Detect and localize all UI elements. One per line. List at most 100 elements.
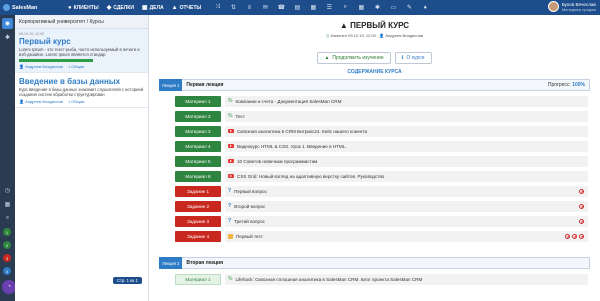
list-icon[interactable]: ≡ [241, 5, 257, 11]
lesson-row[interactable]: Материал 5 10 Советов новичкам программис… [175, 155, 588, 167]
nav-deals[interactable]: ◆ СДЕЛКИ [103, 0, 138, 15]
lesson-badge[interactable]: Задание 4 [175, 230, 221, 242]
lesson-item[interactable]: Видеокурс HTML & CSS. Урок 1. Введение в… [225, 140, 588, 152]
nav-reports-label: ОТЧЕТЫ [179, 4, 202, 11]
nav-tasks[interactable]: ▣ ДЕЛА [138, 0, 168, 15]
clock-icon[interactable]: ◷ [2, 185, 13, 196]
not-completed-icon [572, 233, 577, 239]
lesson-item[interactable]: % Тест [225, 110, 588, 122]
lesson-row[interactable]: Задание 4 Первый тест [175, 230, 588, 242]
lesson-badge[interactable]: Материал 1 [175, 95, 221, 107]
lesson-row[interactable]: Материал 6 CSS Grid: Новый взгляд на адап… [175, 170, 588, 182]
settings-icon[interactable]: ✱ [369, 4, 385, 11]
lecture-header[interactable]: Лекция 1 Первая лекция Прогресс: 100% [159, 79, 590, 91]
course-group[interactable]: ▪ Общая [69, 64, 85, 69]
lesson-row[interactable]: Материал 4 Видеокурс HTML & CSS. Урок 1. … [175, 140, 588, 152]
lesson-row[interactable]: Материал 1 % Компании и счета - Документац… [175, 95, 588, 107]
pin-icon[interactable]: ✎ [401, 4, 417, 11]
lesson-item[interactable]: ? Первый вопрос [225, 185, 588, 197]
lesson-item[interactable]: CSS Grid: Новый взгляд на адаптивную вер… [225, 170, 588, 182]
lesson-badge[interactable]: Материал 3 [175, 125, 221, 137]
lesson-item[interactable]: Сквозная аналитика в CRM Битрикс24. Кейс… [225, 125, 588, 137]
about-course-button[interactable]: ℹ О курсе [394, 52, 432, 64]
lesson-badge[interactable]: Материал 6 [175, 170, 221, 182]
lesson-row[interactable]: Задание 3 ? Третий вопрос [175, 215, 588, 227]
lecture-name: Вторая лекция [186, 260, 224, 266]
lesson-row[interactable]: Задание 2 ? Второй вопрос [175, 200, 588, 212]
rail-badge-1[interactable]: 1 [3, 228, 11, 236]
lesson-item[interactable]: ? Второй вопрос [225, 200, 588, 212]
lesson-title: Видеокурс HTML & CSS. Урок 1. Введение в… [237, 143, 347, 149]
brand-logo[interactable]: SalesMan [0, 4, 64, 11]
lecture-header[interactable]: Лекция 2 Вторая лекция [159, 257, 590, 269]
calendar-icon[interactable]: ▦ [305, 4, 321, 11]
lesson-item[interactable]: ? Третий вопрос [225, 215, 588, 227]
notes-icon[interactable]: ▭ [385, 4, 401, 11]
rail-badge-4[interactable]: 4 [3, 267, 11, 275]
course-card[interactable]: 09.10.19, 12:00 Первый курс Lorem Ipsum … [15, 29, 148, 73]
brand-mark-icon [3, 4, 10, 11]
not-completed-icon [579, 233, 584, 239]
user-role: Менеджер продаж [561, 6, 596, 12]
rail-badge-3[interactable]: 3 [3, 254, 11, 262]
lesson-badge[interactable]: Материал 2 [175, 110, 221, 122]
grid-icon[interactable]: ▦ [353, 4, 369, 11]
lesson-title: CSS Grid: Новый взгляд на адаптивную вер… [237, 173, 385, 179]
not-completed-icon [579, 188, 584, 194]
bell-icon[interactable]: ♦ [417, 5, 433, 11]
video-icon [228, 144, 234, 148]
lesson-item[interactable]: 10 Советов новичкам программистам [225, 155, 588, 167]
search-icon[interactable]: ⌕ [337, 4, 353, 11]
share-icon[interactable]: ⤨ [209, 4, 225, 11]
lesson-row[interactable]: Задание 1 ? Первый вопрос [175, 185, 588, 197]
lesson-item[interactable]: % Lifehack: Сквозная сплошная аналитика в… [225, 273, 588, 285]
chat-fab-icon[interactable]: ◔ [2, 280, 16, 294]
continue-learning-button[interactable]: ▲ Продолжить изучение [317, 52, 391, 64]
course-card[interactable]: Введение в базы данных Курс введения в б… [15, 73, 148, 108]
grid-icon[interactable]: ▦ [2, 199, 13, 210]
lesson-item[interactable]: Первый тест [225, 230, 588, 242]
lecture-progress: Прогресс: 100% [547, 82, 585, 88]
course-author[interactable]: 👤 Андреев Владислав [19, 64, 63, 69]
university-icon[interactable]: ◉ [2, 18, 13, 29]
nav-reports[interactable]: ▲ ОТЧЕТЫ [168, 0, 206, 15]
lesson-item[interactable]: % Компании и счета - Документация SalesMa… [225, 95, 588, 107]
info-icon: ℹ [401, 55, 404, 61]
link-icon: % [228, 276, 233, 282]
test-icon [228, 233, 233, 239]
course-list-panel: Корпоративный университет / Курсы 09.10.… [15, 15, 149, 301]
lesson-badge[interactable]: Материал 5 [175, 155, 221, 167]
lesson-badge[interactable]: Материал 1 [175, 273, 221, 285]
phone-icon[interactable]: ☎ [273, 4, 289, 11]
lesson-row[interactable]: Материал 3 Сквозная аналитика в CRM Битри… [175, 125, 588, 137]
lesson-title: Lifehack: Сквозная сплошная аналитика в … [235, 276, 423, 282]
course-author[interactable]: 👤 Андреев Владислав [19, 99, 63, 104]
question-icon: ? [228, 188, 232, 194]
user-menu[interactable]: Бухов Вячеслав Менеджер продаж [547, 1, 596, 12]
not-completed-icon [565, 233, 570, 239]
settings-icon[interactable]: ✱ [2, 32, 13, 43]
lesson-badge[interactable]: Задание 1 [175, 185, 221, 197]
search-icon[interactable]: ⌕ [2, 213, 13, 224]
lesson-title: Компании и счета - Документация SalesMan… [235, 98, 342, 104]
nav-tasks-label: ДЕЛА [149, 4, 164, 11]
lesson-badge[interactable]: Задание 3 [175, 215, 221, 227]
rail-badge-2[interactable]: 2 [3, 241, 11, 249]
course-title[interactable]: Первый курс [19, 37, 144, 46]
pagination[interactable]: Стр. 1 из 1 [113, 277, 142, 284]
lesson-badge[interactable]: Задание 2 [175, 200, 221, 212]
lesson-row[interactable]: Материал 1% Lifehack: Сквозная сплошная а… [175, 273, 588, 285]
course-group[interactable]: ▪ Общая [69, 99, 85, 104]
lesson-row[interactable]: Материал 2 % Тест [175, 110, 588, 122]
course-title[interactable]: Введение в базы данных [19, 77, 144, 86]
sort-icon[interactable]: ⇅ [225, 4, 241, 11]
lesson-badge[interactable]: Материал 4 [175, 140, 221, 152]
video-icon [228, 159, 234, 163]
message-icon[interactable]: ▤ [289, 4, 305, 11]
question-icon: ? [228, 218, 232, 224]
tasks-icon[interactable]: ☰ [321, 4, 337, 11]
course-progress-fill [19, 59, 93, 62]
toolbar-icons: ⤨ ⇅ ≡ ✉ ☎ ▤ ▦ ☰ ⌕ ▦ ✱ ▭ ✎ ♦ [209, 4, 433, 11]
nav-clients[interactable]: ● КЛИЕНТЫ [64, 0, 103, 15]
mail-icon[interactable]: ✉ [257, 4, 273, 11]
